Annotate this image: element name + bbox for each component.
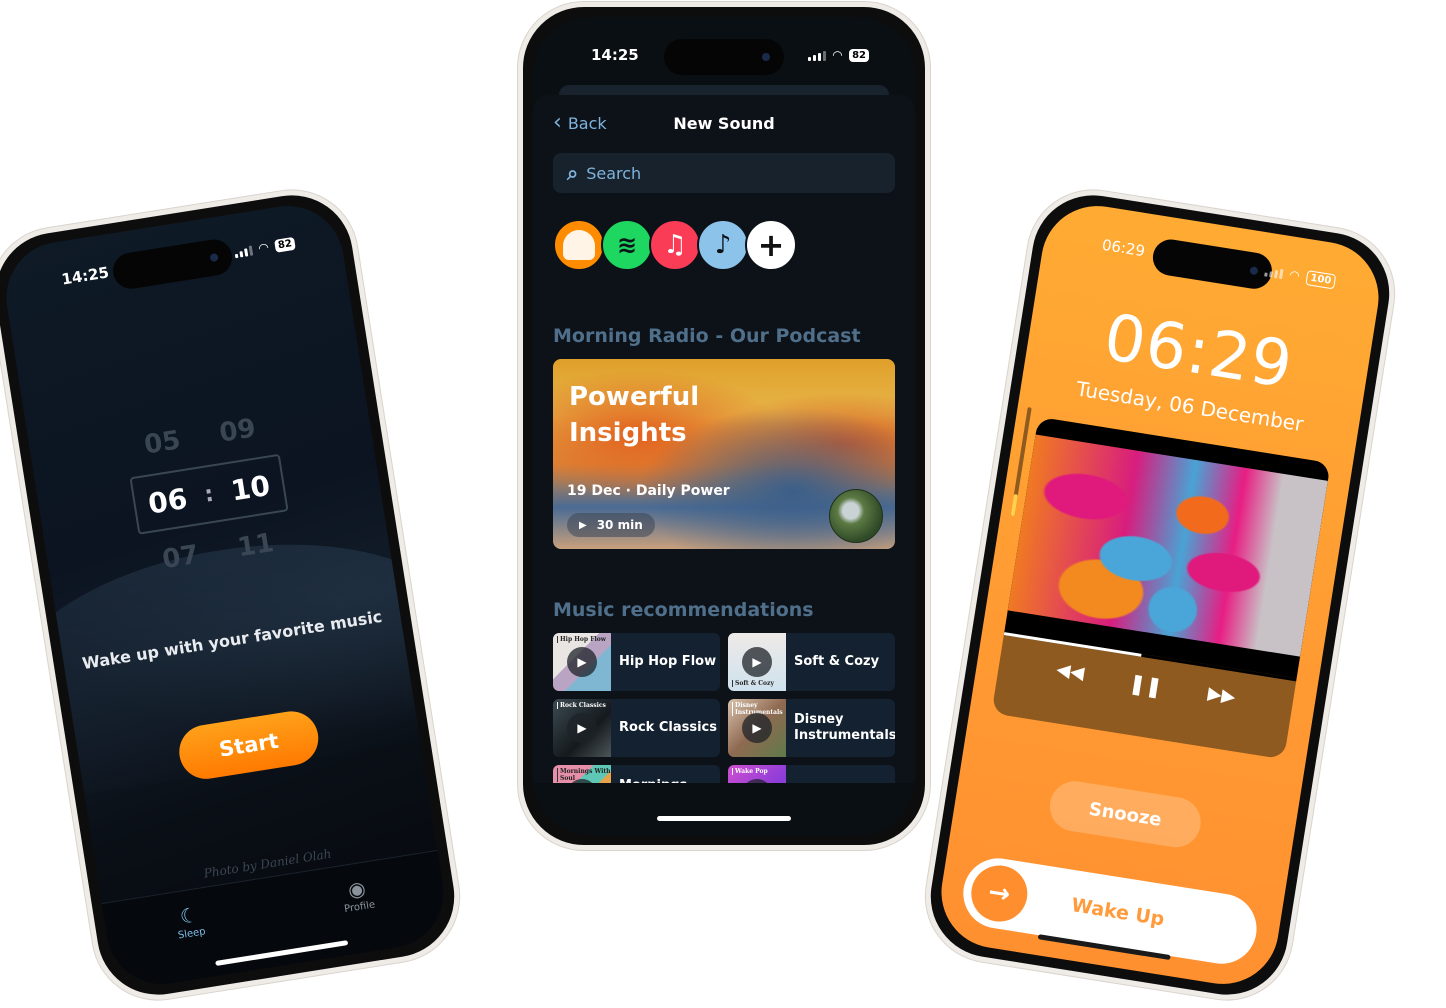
new-sound-screen: 14:25 ◠ 82 ‹ Back New Sound ⌕ Search ≋ ♫… <box>533 17 915 835</box>
app-showcase: 14:25 ◠ 82 05 09 06 : 10 07 11 Wake up w… <box>0 0 1446 1008</box>
playlist-name: Disney Instrumentals <box>794 712 895 743</box>
home-indicator[interactable] <box>657 816 791 821</box>
wake-up-slider[interactable]: → Wake Up <box>958 853 1262 969</box>
back-button[interactable]: ‹ Back <box>553 112 607 134</box>
wifi-icon: ◠ <box>257 240 270 256</box>
battery-icon: 82 <box>849 48 869 62</box>
playlist-name: Soft & Cozy <box>794 654 880 669</box>
playlist-tile[interactable]: Soft & Cozy ▶ Soft & Cozy <box>728 633 895 691</box>
playlist-tile[interactable]: Disney Instrumentals ▶ Disney Instrument… <box>728 699 895 757</box>
play-icon[interactable]: ▶ <box>567 647 597 677</box>
back-label: Back <box>567 113 607 133</box>
play-icon[interactable]: ▶ <box>742 713 772 743</box>
phone-alarm-ringing: 06:29 ◠ 100 06:29 Tuesday, 06 December ◀… <box>916 180 1404 1008</box>
tab-sleep[interactable]: ☾ Sleep <box>173 902 212 981</box>
status-time: 14:25 <box>591 46 639 64</box>
tab-profile-label: Profile <box>343 899 376 916</box>
play-icon[interactable]: ▶ <box>742 647 772 677</box>
playlist-name: Hip Hop Flow <box>619 654 717 669</box>
signal-icon <box>1263 265 1284 279</box>
battery-icon: 82 <box>274 236 296 253</box>
snooze-button[interactable]: Snooze <box>1046 777 1205 851</box>
music-note-icon[interactable]: ♪ <box>697 219 749 271</box>
playlist-tile[interactable]: Hip Hop Flow ▶ Hip Hop Flow <box>553 633 720 691</box>
picker-minute-below[interactable]: 11 <box>236 528 276 563</box>
fast-forward-icon[interactable]: ▶▶ <box>1206 683 1237 711</box>
status-time: 06:29 <box>1100 235 1147 261</box>
podcast-title: Powerful Insights <box>569 379 699 451</box>
spotify-icon[interactable]: ≋ <box>601 219 653 271</box>
status-bar: 14:25 ◠ 82 <box>2 224 342 301</box>
podcast-duration: 30 min <box>596 518 643 532</box>
alarm-screen: 14:25 ◠ 82 05 09 06 : 10 07 11 Wake up w… <box>0 198 452 992</box>
thumbnail-label: Hip Hop Flow <box>557 636 606 643</box>
playlist-thumbnail: Disney Instrumentals ▶ <box>728 699 786 757</box>
play-icon[interactable]: ▶ <box>567 713 597 743</box>
nav-bar: ‹ Back New Sound <box>553 95 895 151</box>
add-provider-icon[interactable]: + <box>745 219 797 271</box>
picker-hour-above[interactable]: 05 <box>142 425 182 460</box>
rewind-icon[interactable]: ◀◀ <box>1055 659 1086 687</box>
apple-music-icon[interactable]: ♫ <box>649 219 701 271</box>
phone-new-sound: 14:25 ◠ 82 ‹ Back New Sound ⌕ Search ≋ ♫… <box>518 2 930 850</box>
provider-list: ≋ ♫ ♪ + <box>553 219 895 271</box>
audible-icon[interactable] <box>553 219 605 271</box>
phone-alarm-setup: 14:25 ◠ 82 05 09 06 : 10 07 11 Wake up w… <box>0 180 469 1008</box>
playlist-name: Rock Classics <box>619 720 717 735</box>
profile-icon: ◉ <box>346 875 368 903</box>
picker-hour-selected[interactable]: 06 <box>146 481 190 520</box>
battery-icon: 100 <box>1305 269 1337 289</box>
chevron-left-icon: ‹ <box>553 110 562 135</box>
wake-up-label: Wake Up <box>1069 894 1166 931</box>
thumbnail-label: Soft & Cozy <box>732 680 774 687</box>
picker-minute-selected[interactable]: 10 <box>229 468 273 507</box>
search-bar[interactable]: ⌕ <box>553 153 895 193</box>
podcast-title-line1: Powerful <box>569 382 700 412</box>
media-player: ◀◀ ❚❚ ▶▶ <box>991 416 1331 760</box>
podcast-meta: 19 Dec · Daily Power <box>567 483 730 499</box>
arrow-right-icon[interactable]: → <box>967 861 1032 926</box>
page-title: New Sound <box>673 113 775 133</box>
volume-fill <box>1010 493 1018 517</box>
playlist-thumbnail: Soft & Cozy ▶ <box>728 633 786 691</box>
picker-separator: : <box>202 481 216 508</box>
podcast-card[interactable]: Powerful Insights 19 Dec · Daily Power ▶… <box>553 359 895 549</box>
music-section-heading: Music recommendations <box>553 599 814 621</box>
pause-icon[interactable]: ❚❚ <box>1127 670 1164 699</box>
picker-hour-below[interactable]: 07 <box>160 540 200 575</box>
thumbnail-label: Wake Pop <box>732 768 768 775</box>
bottom-fade <box>533 783 915 835</box>
search-icon: ⌕ <box>567 161 579 185</box>
new-sound-sheet: ‹ Back New Sound ⌕ ≋ ♫ ♪ + Morning Radi <box>533 95 915 835</box>
status-bar: 06:29 ◠ 100 <box>1043 224 1383 301</box>
tab-bar: ☾ Sleep ◉ Profile <box>101 849 452 992</box>
playlist-thumbnail: Rock Classics ▶ <box>553 699 611 757</box>
podcast-avatar <box>829 489 883 543</box>
picker-minute-above[interactable]: 09 <box>217 413 257 448</box>
album-art-image <box>1007 434 1328 657</box>
playlist-tile[interactable]: Rock Classics ▶ Rock Classics <box>553 699 720 757</box>
wifi-icon: ◠ <box>832 48 843 62</box>
thumbnail-label: Rock Classics <box>557 702 606 709</box>
search-input[interactable] <box>586 163 847 183</box>
moon-icon: ☾ <box>178 902 200 929</box>
status-time: 14:25 <box>60 263 111 289</box>
picker-selected[interactable]: 06 : 10 <box>129 453 289 535</box>
podcast-section-heading: Morning Radio - Our Podcast <box>553 325 861 347</box>
podcast-title-line2: Insights <box>569 418 687 448</box>
signal-icon <box>807 50 826 61</box>
wifi-icon: ◠ <box>1288 267 1301 283</box>
podcast-play-button[interactable]: ▶ 30 min <box>567 513 655 537</box>
alarm-ringing-screen: 06:29 ◠ 100 06:29 Tuesday, 06 December ◀… <box>933 198 1387 992</box>
playlist-thumbnail: Hip Hop Flow ▶ <box>553 633 611 691</box>
play-icon: ▶ <box>579 519 587 531</box>
signal-icon <box>233 244 253 258</box>
status-bar: 14:25 ◠ 82 <box>533 43 915 67</box>
